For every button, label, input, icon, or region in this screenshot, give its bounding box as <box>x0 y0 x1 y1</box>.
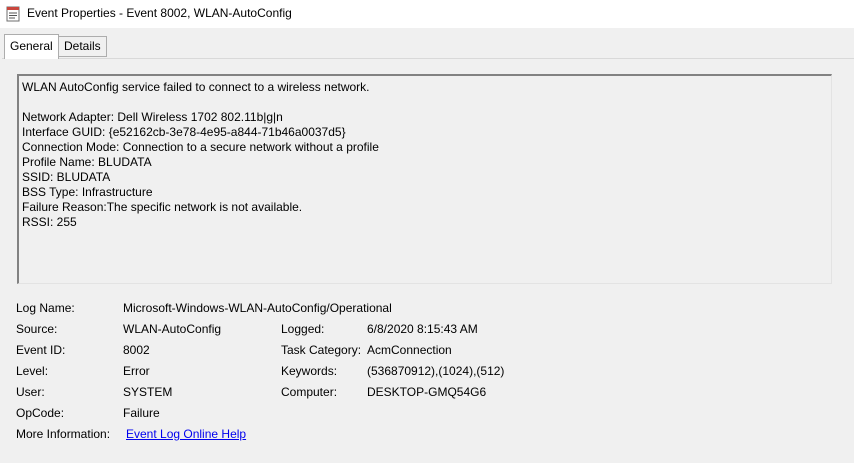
keywords-label: Keywords: <box>281 364 338 378</box>
log-name-label: Log Name: <box>16 301 75 315</box>
logged-value[interactable]: 6/8/2020 8:15:43 AM <box>367 322 478 337</box>
task-category-label: Task Category: <box>281 343 362 357</box>
computer-value[interactable]: DESKTOP-GMQ54G6 <box>367 385 486 400</box>
description-summary: WLAN AutoConfig service failed to connec… <box>22 80 370 94</box>
description-line-network-adapter: Network Adapter: Dell Wireless 1702 802.… <box>22 110 283 124</box>
opcode-label: OpCode: <box>16 406 65 420</box>
level-label: Level: <box>16 364 49 378</box>
source-label: Source: <box>16 322 58 336</box>
event-description-box[interactable]: WLAN AutoConfig service failed to connec… <box>17 74 832 284</box>
description-line-connection-mode: Connection Mode: Connection to a secure … <box>22 140 379 154</box>
title-bar: Event Properties - Event 8002, WLAN-Auto… <box>0 0 854 28</box>
more-information-label: More Information: <box>16 427 111 441</box>
opcode-value[interactable]: Failure <box>123 406 160 421</box>
computer-label: Computer: <box>281 385 338 399</box>
event-properties-icon <box>6 6 20 22</box>
log-name-value[interactable]: Microsoft-Windows-WLAN-AutoConfig/Operat… <box>123 301 392 316</box>
event-log-online-help-link[interactable]: Event Log Online Help <box>126 427 246 442</box>
keywords-value[interactable]: (536870912),(1024),(512) <box>367 364 504 379</box>
window-title: Event Properties - Event 8002, WLAN-Auto… <box>27 6 292 20</box>
description-line-profile-name: Profile Name: BLUDATA <box>22 155 152 169</box>
level-value[interactable]: Error <box>123 364 150 379</box>
user-label: User: <box>16 385 45 399</box>
tab-details[interactable]: Details <box>58 36 107 57</box>
logged-label: Logged: <box>281 322 325 336</box>
event-id-label: Event ID: <box>16 343 66 357</box>
description-line-interface-guid: Interface GUID: {e52162cb-3e78-4e95-a844… <box>22 125 346 139</box>
user-value[interactable]: SYSTEM <box>123 385 172 400</box>
source-value[interactable]: WLAN-AutoConfig <box>123 322 221 337</box>
task-category-value[interactable]: AcmConnection <box>367 343 452 358</box>
description-line-bss-type: BSS Type: Infrastructure <box>22 185 153 199</box>
tab-general[interactable]: General <box>4 34 59 59</box>
description-line-rssi: RSSI: 255 <box>22 215 77 229</box>
event-id-value[interactable]: 8002 <box>123 343 150 358</box>
description-line-ssid: SSID: BLUDATA <box>22 170 111 184</box>
description-line-failure-reason: Failure Reason:The specific network is n… <box>22 200 303 214</box>
